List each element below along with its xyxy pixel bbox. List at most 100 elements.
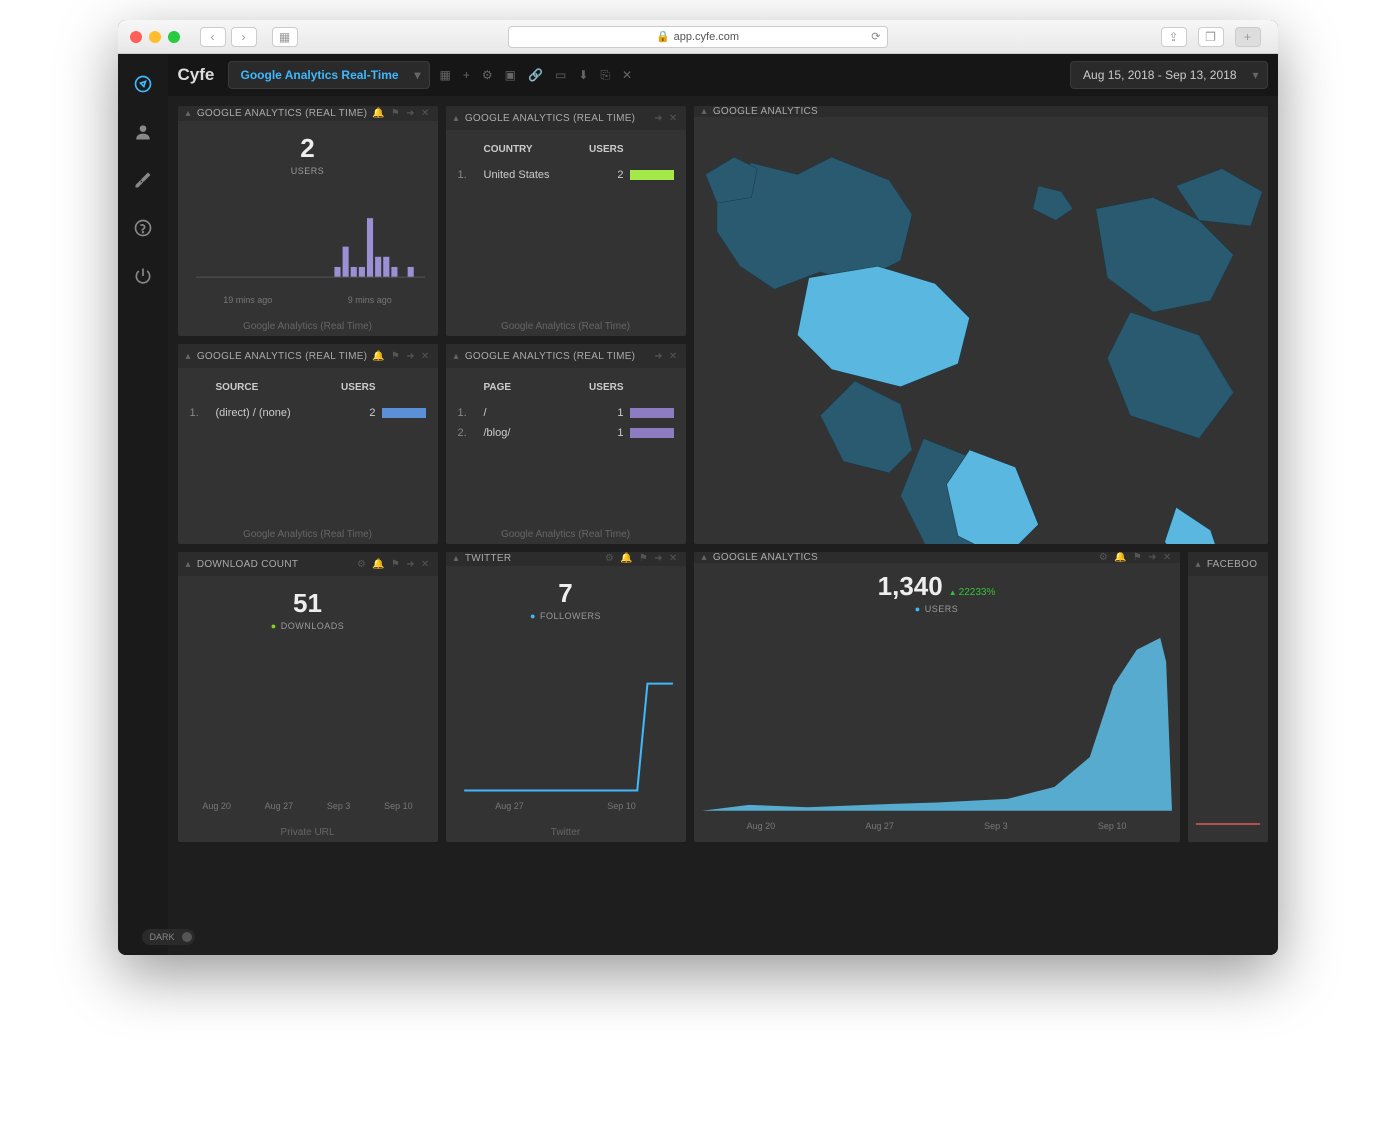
address-bar[interactable]: 🔒 app.cyfe.com ⟳ — [508, 26, 888, 48]
expand-icon[interactable]: ➜ — [1148, 552, 1157, 563]
settings-icon[interactable]: ⚙ — [482, 68, 493, 83]
tabs-icon[interactable]: ❐ — [1198, 27, 1224, 47]
dashboard-selector[interactable]: Google Analytics Real-Time — [228, 61, 430, 89]
topbar: Cyfe Google Analytics Real-Time ▦ + ⚙ ▣ … — [168, 54, 1278, 96]
flag-icon[interactable]: ⚑ — [1133, 552, 1142, 563]
collapse-icon[interactable]: ▴ — [454, 113, 459, 124]
world-map[interactable] — [694, 117, 1268, 544]
share-icon[interactable]: ⇪ — [1161, 27, 1187, 47]
table-row: 2./blog/1 — [454, 423, 678, 443]
table-row: 1.United States2 — [454, 165, 678, 185]
widget-title: TWITTER — [465, 553, 512, 564]
widget-title: GOOGLE ANALYTICS (REAL TIME) — [465, 351, 635, 362]
close-widget-icon[interactable]: ✕ — [1163, 552, 1172, 563]
widget-title: GOOGLE ANALYTICS — [713, 106, 818, 117]
logo: Cyfe — [178, 65, 218, 85]
collapse-icon[interactable]: ▴ — [702, 552, 707, 563]
grid-icon[interactable]: ▦ — [440, 68, 451, 83]
widget-analytics-users: ▴GOOGLE ANALYTICS ⚙🔔⚑➜✕ 1,34022233% USER… — [694, 552, 1180, 842]
export-icon[interactable]: ⎘ — [600, 68, 610, 83]
alert-icon[interactable]: 🔔 — [372, 108, 385, 119]
alert-icon[interactable]: 🔔 — [1114, 552, 1127, 563]
downloads-count: 51 — [186, 588, 430, 619]
collapse-icon[interactable]: ▴ — [186, 559, 191, 570]
expand-icon[interactable]: ➜ — [654, 351, 663, 362]
nav-buttons: ‹ › ▦ — [200, 27, 303, 47]
widget-title: GOOGLE ANALYTICS (REAL TIME) — [197, 108, 367, 119]
theme-toggle[interactable]: DARK — [142, 929, 195, 945]
close-widget-icon[interactable]: ✕ — [669, 351, 678, 362]
alert-icon[interactable]: 🔔 — [372, 559, 385, 570]
main-area: Cyfe Google Analytics Real-Time ▦ + ⚙ ▣ … — [168, 54, 1278, 955]
power-icon[interactable] — [133, 266, 153, 286]
users-total: 1,340 — [878, 571, 943, 601]
download-icon[interactable]: ⬇ — [578, 68, 588, 83]
add-widget-icon[interactable]: + — [463, 68, 470, 83]
maximize-window-icon[interactable] — [168, 31, 180, 43]
sidebar-toggle-icon[interactable]: ▦ — [272, 27, 298, 47]
collapse-icon[interactable]: ▴ — [186, 351, 191, 362]
app-frame: Cyfe Google Analytics Real-Time ▦ + ⚙ ▣ … — [118, 54, 1278, 955]
flag-icon[interactable]: ⚑ — [391, 559, 400, 570]
date-range-picker[interactable]: Aug 15, 2018 - Sep 13, 2018 — [1070, 61, 1267, 89]
followers-count: 7 — [454, 578, 678, 609]
sidebar — [118, 54, 168, 955]
expand-icon[interactable]: ➜ — [406, 351, 415, 362]
widget-title: FACEBOO — [1207, 559, 1257, 570]
collapse-icon[interactable]: ▴ — [454, 351, 459, 362]
traffic-lights — [130, 31, 180, 43]
back-button[interactable]: ‹ — [200, 27, 226, 47]
downloads-label: DOWNLOADS — [186, 621, 430, 631]
users-count: 2 — [186, 133, 430, 164]
gear-icon[interactable]: ⚙ — [1099, 552, 1108, 563]
expand-icon[interactable]: ➜ — [654, 553, 663, 564]
widget-title: GOOGLE ANALYTICS (REAL TIME) — [197, 351, 367, 362]
collapse-icon[interactable]: ▴ — [702, 106, 707, 117]
widget-title: DOWNLOAD COUNT — [197, 559, 298, 570]
table-row: 1./1 — [454, 403, 678, 423]
close-widget-icon[interactable]: ✕ — [669, 553, 678, 564]
widget-title: GOOGLE ANALYTICS (REAL TIME) — [465, 113, 635, 124]
expand-icon[interactable]: ➜ — [654, 113, 663, 124]
expand-icon[interactable]: ➜ — [406, 559, 415, 570]
close-widget-icon[interactable]: ✕ — [421, 351, 430, 362]
pct-change: 22233% — [949, 587, 996, 598]
flag-icon[interactable]: ⚑ — [391, 108, 400, 119]
widget-sources: ▴GOOGLE ANALYTICS (REAL TIME) 🔔⚑➜✕ SOURC… — [178, 344, 438, 544]
close-widget-icon[interactable]: ✕ — [421, 108, 430, 119]
compass-icon[interactable] — [133, 74, 153, 94]
gear-icon[interactable]: ⚙ — [357, 559, 366, 570]
widget-downloads: ▴DOWNLOAD COUNT ⚙🔔⚑➜✕ 51 DOWNLOADS Aug 2… — [178, 552, 438, 842]
image-icon[interactable]: ▣ — [505, 68, 516, 83]
widget-map: ▴ GOOGLE ANALYTICS — [694, 106, 1268, 544]
collapse-icon[interactable]: ▴ — [454, 553, 459, 564]
collapse-icon[interactable]: ▴ — [186, 108, 191, 119]
users-label: USERS — [186, 166, 430, 176]
date-range-text: Aug 15, 2018 - Sep 13, 2018 — [1083, 68, 1236, 82]
reload-icon[interactable]: ⟳ — [871, 30, 880, 43]
gear-icon[interactable]: ⚙ — [605, 553, 614, 564]
user-icon[interactable] — [133, 122, 153, 142]
tools-icon[interactable] — [133, 170, 153, 190]
flag-icon[interactable]: ⚑ — [391, 351, 400, 362]
close-widget-icon[interactable]: ✕ — [669, 113, 678, 124]
alert-icon[interactable]: 🔔 — [372, 351, 385, 362]
alert-icon[interactable]: 🔔 — [620, 553, 633, 564]
minimize-window-icon[interactable] — [149, 31, 161, 43]
new-tab-icon[interactable]: + — [1235, 27, 1261, 47]
expand-icon[interactable]: ➜ — [406, 108, 415, 119]
flag-icon[interactable]: ⚑ — [639, 553, 648, 564]
display-icon[interactable]: ▭ — [555, 68, 566, 83]
help-icon[interactable] — [133, 218, 153, 238]
link-icon[interactable]: 🔗 — [528, 68, 543, 83]
widget-title: GOOGLE ANALYTICS — [713, 552, 818, 563]
close-icon[interactable]: ✕ — [622, 68, 632, 83]
table-row: 1.(direct) / (none)2 — [186, 403, 430, 423]
url-text: app.cyfe.com — [674, 31, 739, 43]
close-window-icon[interactable] — [130, 31, 142, 43]
lock-icon: 🔒 — [656, 30, 670, 43]
collapse-icon[interactable]: ▴ — [1196, 559, 1201, 570]
area-chart — [702, 614, 1172, 817]
close-widget-icon[interactable]: ✕ — [421, 559, 430, 570]
forward-button[interactable]: › — [231, 27, 257, 47]
